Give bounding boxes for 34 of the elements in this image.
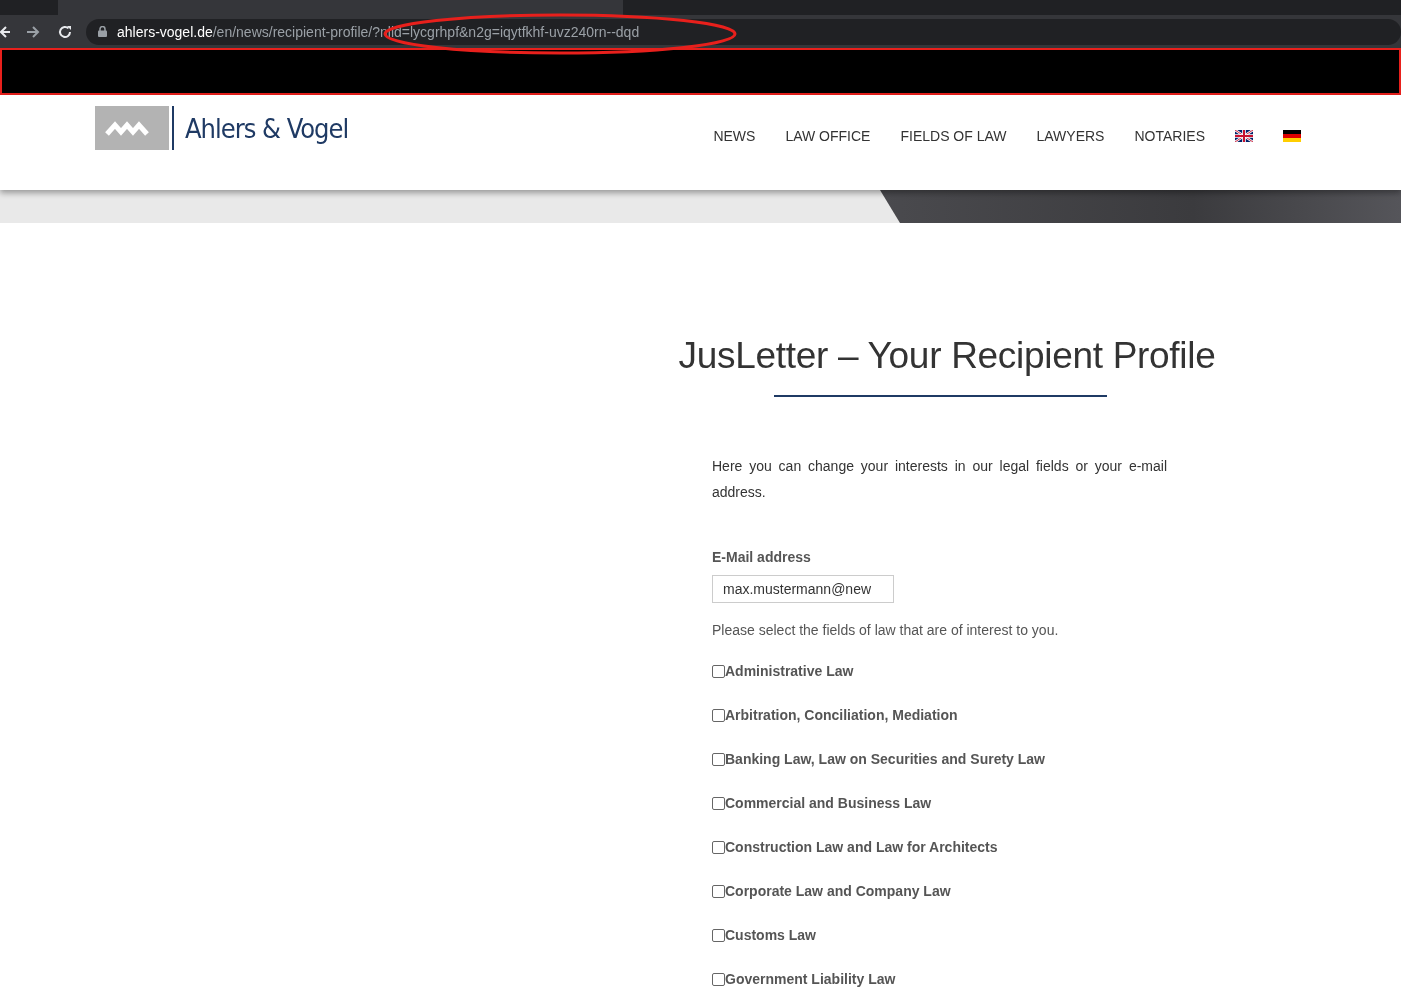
checkbox[interactable]	[712, 972, 725, 986]
nav-link[interactable]: LAW OFFICE	[785, 128, 871, 144]
nav-link[interactable]: NEWS	[713, 128, 756, 144]
instruction-text: Please select the fields of law that are of interest to you.	[712, 622, 1059, 638]
uk-flag-icon[interactable]	[1235, 130, 1253, 142]
email-input-field[interactable]: max.mustermann@new	[712, 575, 894, 603]
checkbox-label[interactable]: Administrative Law	[725, 663, 854, 679]
checkbox-label[interactable]: Construction Law and Law for Architects	[725, 839, 998, 855]
nav-link[interactable]: NOTARIES	[1134, 128, 1205, 144]
checkbox-label[interactable]: Corporate Law and Company Law	[725, 883, 951, 899]
checkbox-label[interactable]: Customs Law	[725, 927, 816, 943]
checkbox[interactable]	[712, 664, 725, 678]
checkbox[interactable]	[712, 708, 725, 722]
checkbox[interactable]	[712, 796, 725, 810]
page-title: JusLetter – Your Recipient Profile	[677, 335, 1217, 377]
forward-icon[interactable]	[26, 24, 40, 39]
checkbox-label[interactable]: Arbitration, Conciliation, Mediation	[725, 707, 958, 723]
field-label: E-Mail address	[712, 549, 811, 565]
checkbox-label[interactable]: Commercial and Business Law	[725, 795, 932, 811]
lock-icon	[98, 26, 107, 37]
back-icon[interactable]	[0, 24, 12, 39]
nav-link[interactable]: LAWYERS	[1036, 128, 1105, 144]
checkbox[interactable]	[712, 884, 725, 898]
checkbox[interactable]	[712, 752, 725, 766]
logo-text: Ahlers & Vogel	[185, 112, 349, 144]
intro-text: Here you can change your interests in our legal fields or your e-mail address.	[712, 457, 1167, 502]
german-flag-icon[interactable]	[1283, 130, 1301, 142]
checkbox-label[interactable]: Government Liability Law	[725, 971, 896, 987]
logo-mark-icon	[95, 106, 169, 150]
reload-icon[interactable]	[58, 24, 72, 39]
nav-link[interactable]: FIELDS OF LAW	[900, 128, 1007, 144]
checkbox-label[interactable]: Banking Law, Law on Securities and Surety Law	[725, 751, 1045, 767]
checkbox[interactable]	[712, 928, 725, 942]
checkbox[interactable]	[712, 840, 725, 854]
